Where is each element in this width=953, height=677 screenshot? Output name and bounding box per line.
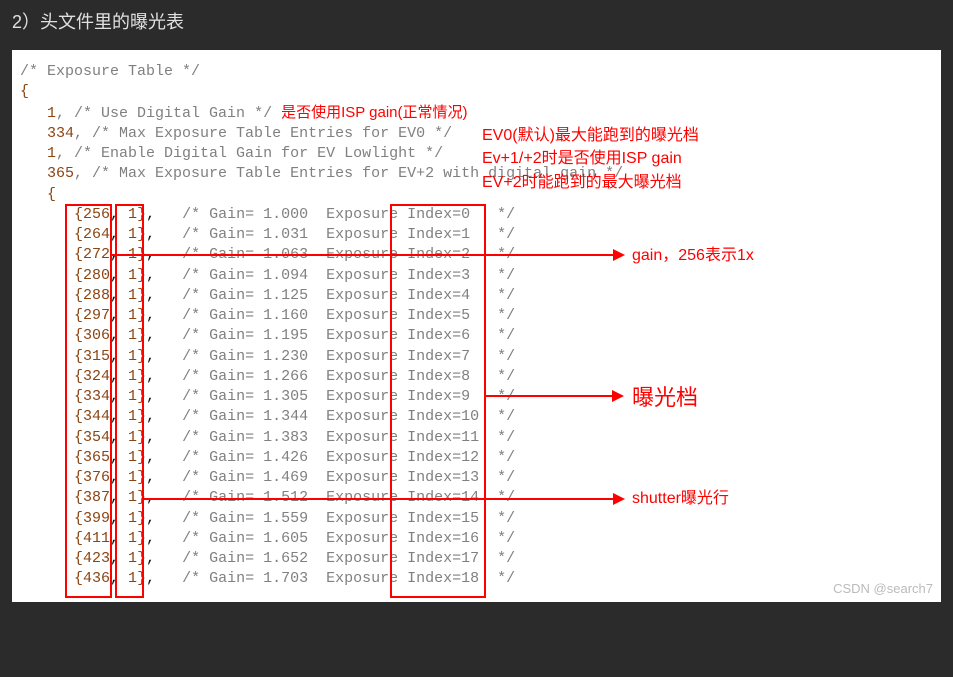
brace: {	[20, 83, 29, 100]
annot-gain256: gain，256表示1x	[632, 245, 754, 267]
arrow-exposure-step-head	[612, 390, 624, 402]
comment-exposure-table: /* Exposure Table */	[20, 63, 200, 80]
annot-ev12-isp: Ev+1/+2时是否使用ISP gain	[482, 148, 682, 170]
box-shutter-col	[115, 204, 144, 598]
annot-exposure-step: 曝光档	[632, 383, 698, 413]
box-gain-col	[65, 204, 112, 598]
val-use-digital-gain: 1	[47, 105, 56, 122]
box-index-col	[390, 204, 486, 598]
brace: {	[47, 186, 56, 203]
annot-isp-gain-inline: 是否使用ISP gain(正常情况)	[281, 104, 467, 121]
val-max-ev0: 334	[47, 125, 74, 142]
cmt-enable-low: , /* Enable Digital Gain for EV Lowlight…	[56, 145, 443, 162]
cmt-max-ev0: , /* Max Exposure Table Entries for EV0 …	[74, 125, 452, 142]
arrow-shutter	[143, 498, 613, 500]
val-max-ev2: 365	[47, 165, 74, 182]
arrow-exposure-step	[484, 395, 612, 397]
cmt-use-digital-gain: , /* Use Digital Gain */	[56, 105, 272, 122]
annot-ev0-max: EV0(默认)最大能跑到的曝光档	[482, 125, 699, 147]
val-enable-low: 1	[47, 145, 56, 162]
annot-shutter: shutter曝光行	[632, 488, 729, 510]
arrow-gain-head	[613, 249, 625, 261]
annot-ev2-max: EV+2时能跑到的最大曝光档	[482, 172, 682, 194]
code-block: /* Exposure Table */ { 1, /* Use Digital…	[12, 50, 941, 602]
watermark: CSDN @search7	[833, 580, 933, 598]
section-title: 2）头文件里的曝光表	[0, 0, 953, 42]
arrow-shutter-head	[613, 493, 625, 505]
arrow-gain	[111, 254, 613, 256]
